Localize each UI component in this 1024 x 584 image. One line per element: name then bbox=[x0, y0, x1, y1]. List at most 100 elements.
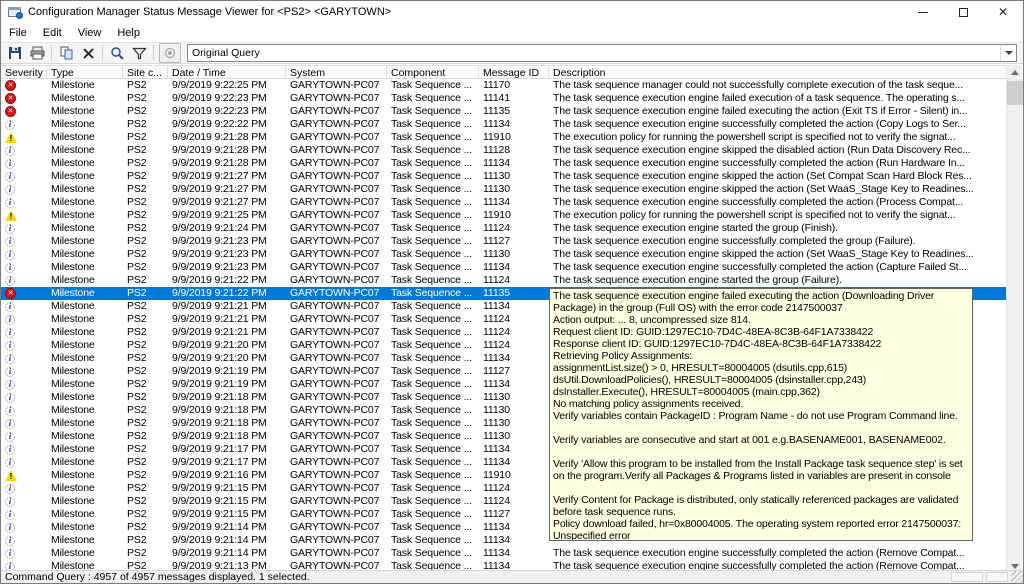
print-icon bbox=[30, 46, 45, 60]
cell-component: Task Sequence ... bbox=[387, 248, 479, 261]
scroll-up-button[interactable] bbox=[1007, 65, 1023, 79]
menu-help[interactable]: Help bbox=[109, 25, 148, 41]
cell-component: Task Sequence ... bbox=[387, 521, 479, 534]
table-row[interactable]: Milestone PS2 9/9/2019 9:21:27 PM GARYTO… bbox=[1, 183, 1009, 196]
table-row[interactable]: Milestone PS2 9/9/2019 9:21:23 PM GARYTO… bbox=[1, 248, 1009, 261]
tooltip-line: The task sequence execution engine faile… bbox=[553, 290, 969, 302]
table-row[interactable]: Milestone PS2 9/9/2019 9:21:27 PM GARYTO… bbox=[1, 170, 1009, 183]
cell-system: GARYTOWN-PC07 bbox=[286, 547, 387, 560]
cell-site-code: PS2 bbox=[123, 287, 168, 300]
save-icon bbox=[8, 46, 22, 60]
table-row[interactable]: Milestone PS2 9/9/2019 9:21:28 PM GARYTO… bbox=[1, 157, 1009, 170]
column-header-component[interactable]: Component bbox=[387, 66, 479, 78]
cell-system: GARYTOWN-PC07 bbox=[286, 235, 387, 248]
cell-date-time: 9/9/2019 9:21:18 PM bbox=[168, 391, 286, 404]
tooltip-line: Request client ID: GUID:1297EC10-7D4C-48… bbox=[553, 326, 969, 338]
column-header-type[interactable]: Type bbox=[47, 66, 123, 78]
tooltip-line: assignmentList.size() > 0, HRESULT=80004… bbox=[553, 362, 969, 374]
severity-icon bbox=[5, 93, 16, 104]
cell-date-time: 9/9/2019 9:21:25 PM bbox=[168, 209, 286, 222]
severity-icon bbox=[5, 484, 15, 494]
column-header-system[interactable]: System bbox=[286, 66, 387, 78]
cell-site-code: PS2 bbox=[123, 209, 168, 222]
table-row[interactable]: Milestone PS2 9/9/2019 9:21:25 PM GARYTO… bbox=[1, 209, 1009, 222]
cell-type: Milestone bbox=[47, 404, 123, 417]
column-header-description[interactable]: Description bbox=[549, 66, 1009, 78]
cell-system: GARYTOWN-PC07 bbox=[286, 495, 387, 508]
minimize-button[interactable] bbox=[903, 1, 943, 23]
column-header-message-id[interactable]: Message ID bbox=[479, 66, 549, 78]
table-row[interactable]: Milestone PS2 9/9/2019 9:21:28 PM GARYTO… bbox=[1, 131, 1009, 144]
copy-button[interactable] bbox=[55, 43, 77, 63]
cell-description: The task sequence execution engine skipp… bbox=[549, 183, 1009, 196]
cell-site-code: PS2 bbox=[123, 248, 168, 261]
table-row[interactable]: Milestone PS2 9/9/2019 9:21:23 PM GARYTO… bbox=[1, 235, 1009, 248]
cell-component: Task Sequence ... bbox=[387, 534, 479, 547]
vertical-scrollbar[interactable] bbox=[1006, 65, 1022, 573]
table-row[interactable]: Milestone PS2 9/9/2019 9:21:22 PM GARYTO… bbox=[1, 274, 1009, 287]
close-button[interactable]: ✕ bbox=[983, 1, 1023, 23]
cell-type: Milestone bbox=[47, 391, 123, 404]
refresh-query-button[interactable] bbox=[106, 43, 128, 63]
table-row[interactable]: Milestone PS2 9/9/2019 9:22:23 PM GARYTO… bbox=[1, 105, 1009, 118]
cell-component: Task Sequence ... bbox=[387, 222, 479, 235]
cell-component: Task Sequence ... bbox=[387, 495, 479, 508]
filter-button[interactable] bbox=[128, 43, 150, 63]
table-row[interactable]: Milestone PS2 9/9/2019 9:21:27 PM GARYTO… bbox=[1, 196, 1009, 209]
table-row[interactable]: Milestone PS2 9/9/2019 9:22:22 PM GARYTO… bbox=[1, 118, 1009, 131]
cell-site-code: PS2 bbox=[123, 404, 168, 417]
status-pane bbox=[986, 572, 1008, 582]
cell-component: Task Sequence ... bbox=[387, 157, 479, 170]
cell-component: Task Sequence ... bbox=[387, 482, 479, 495]
table-row[interactable]: Milestone PS2 9/9/2019 9:21:23 PM GARYTO… bbox=[1, 261, 1009, 274]
cell-type: Milestone bbox=[47, 209, 123, 222]
column-header-severity[interactable]: Severity bbox=[1, 66, 47, 78]
column-header-site-code[interactable]: Site c... bbox=[123, 66, 168, 78]
resize-grip[interactable] bbox=[1011, 571, 1023, 583]
column-header-date-time[interactable]: Date / Time bbox=[168, 66, 286, 78]
cell-message-id: 11134 bbox=[479, 300, 549, 313]
menu-edit[interactable]: Edit bbox=[35, 25, 70, 41]
cell-date-time: 9/9/2019 9:21:18 PM bbox=[168, 404, 286, 417]
cell-component: Task Sequence ... bbox=[387, 443, 479, 456]
stop-query-button[interactable] bbox=[159, 43, 181, 63]
print-button[interactable] bbox=[26, 43, 48, 63]
severity-icon bbox=[5, 328, 15, 338]
cell-severity bbox=[1, 417, 47, 430]
table-row[interactable]: Milestone PS2 9/9/2019 9:22:25 PM GARYTO… bbox=[1, 79, 1009, 92]
severity-icon bbox=[5, 549, 15, 559]
chevron-down-icon bbox=[1005, 51, 1013, 55]
tooltip-line: Verify 'Allow this program to be install… bbox=[553, 458, 969, 470]
refresh-query-icon bbox=[110, 46, 125, 60]
menu-view[interactable]: View bbox=[70, 25, 110, 41]
save-button[interactable] bbox=[4, 43, 26, 63]
cell-date-time: 9/9/2019 9:21:21 PM bbox=[168, 300, 286, 313]
query-combobox[interactable]: Original Query bbox=[187, 44, 1017, 62]
cell-type: Milestone bbox=[47, 326, 123, 339]
severity-icon bbox=[5, 445, 15, 455]
scrollbar-thumb[interactable] bbox=[1007, 81, 1023, 105]
table-row[interactable]: Milestone PS2 9/9/2019 9:21:14 PM GARYTO… bbox=[1, 547, 1009, 560]
cell-severity bbox=[1, 222, 47, 235]
cell-message-id: 11134 bbox=[479, 534, 549, 547]
cell-component: Task Sequence ... bbox=[387, 92, 479, 105]
menu-file[interactable]: File bbox=[1, 25, 35, 41]
cell-severity bbox=[1, 274, 47, 287]
cell-severity bbox=[1, 131, 47, 144]
cell-severity bbox=[1, 469, 47, 482]
cell-component: Task Sequence ... bbox=[387, 404, 479, 417]
table-row[interactable]: Milestone PS2 9/9/2019 9:22:23 PM GARYTO… bbox=[1, 92, 1009, 105]
table-row[interactable]: Milestone PS2 9/9/2019 9:21:24 PM GARYTO… bbox=[1, 222, 1009, 235]
column-header-row: Severity Type Site c... Date / Time Syst… bbox=[1, 65, 1009, 79]
maximize-button[interactable] bbox=[943, 1, 983, 23]
query-combobox-dropdown-button[interactable] bbox=[1000, 45, 1016, 61]
severity-icon bbox=[5, 288, 16, 299]
cell-site-code: PS2 bbox=[123, 222, 168, 235]
cell-date-time: 9/9/2019 9:21:28 PM bbox=[168, 157, 286, 170]
cell-site-code: PS2 bbox=[123, 79, 168, 92]
message-detail-tooltip: The task sequence execution engine faile… bbox=[549, 288, 973, 541]
severity-icon bbox=[5, 458, 15, 468]
delete-button[interactable] bbox=[77, 43, 99, 63]
table-row[interactable]: Milestone PS2 9/9/2019 9:21:28 PM GARYTO… bbox=[1, 144, 1009, 157]
cell-date-time: 9/9/2019 9:21:27 PM bbox=[168, 196, 286, 209]
